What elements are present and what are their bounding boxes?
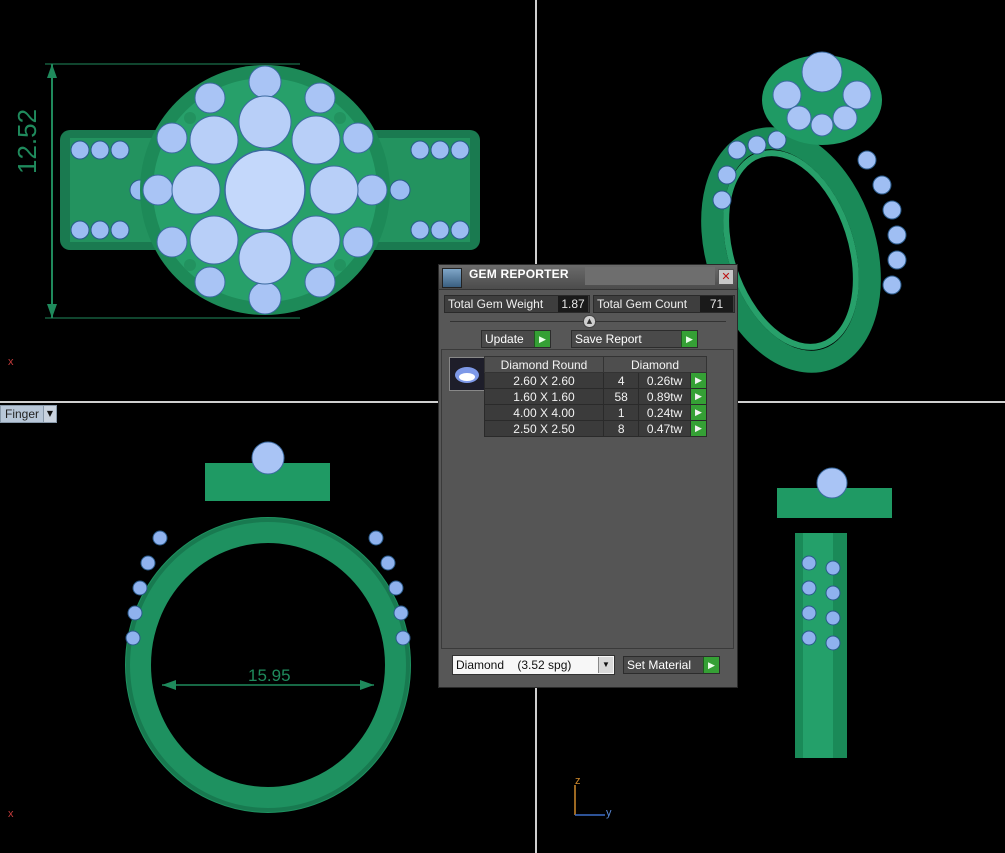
gem-reporter-icon <box>442 268 462 288</box>
gem-weight: 0.26tw <box>638 372 691 389</box>
play-icon: ▶ <box>703 657 719 673</box>
gem-count: 8 <box>602 420 640 437</box>
gem-table: Diamond Round Diamond 2.60 X 2.60 4 0.26… <box>484 356 708 437</box>
gem-reporter-title: GEM REPORTER <box>469 267 569 281</box>
total-gem-weight-value: 1.87 <box>558 296 588 312</box>
gem-size: 2.50 X 2.50 <box>484 420 604 437</box>
table-row[interactable]: 4.00 X 4.00 1 0.24tw ▶ <box>484 404 708 421</box>
material-select-value: Diamond (3.52 spg) <box>456 658 572 672</box>
col-header-type: Diamond <box>603 356 707 373</box>
total-gem-weight-label: Total Gem Weight <box>448 297 544 311</box>
title-tab <box>585 267 715 285</box>
set-material-button[interactable]: Set Material ▶ <box>623 656 720 674</box>
gem-weight: 0.47tw <box>638 420 691 437</box>
gem-weight: 0.89tw <box>638 388 691 405</box>
gem-size: 4.00 X 4.00 <box>484 404 604 421</box>
table-row[interactable]: 1.60 X 1.60 58 0.89tw ▶ <box>484 388 708 405</box>
gem-thumbnail-icon[interactable] <box>449 357 485 391</box>
axis-z-label: z <box>575 775 581 787</box>
gem-count: 58 <box>602 388 640 405</box>
play-icon[interactable]: ▶ <box>689 388 708 405</box>
height-dimension-label: 12.52 <box>12 109 42 174</box>
gem-reporter-titlebar[interactable]: GEM REPORTER ✕ <box>439 265 737 290</box>
axis-x-label-top: x <box>8 356 14 368</box>
material-select[interactable]: Diamond (3.52 spg) ▼ <box>452 655 615 675</box>
table-row[interactable]: 2.60 X 2.60 4 0.26tw ▶ <box>484 372 708 389</box>
play-icon: ▶ <box>534 331 550 347</box>
play-icon[interactable]: ▶ <box>689 372 708 389</box>
play-icon[interactable]: ▶ <box>689 420 708 437</box>
update-button[interactable]: Update ▶ <box>481 330 551 348</box>
total-gem-weight: Total Gem Weight 1.87 <box>444 295 590 313</box>
total-gem-count-label: Total Gem Count <box>597 297 688 311</box>
gem-weight: 0.24tw <box>638 404 691 421</box>
panel-slider-knob[interactable]: ▲ <box>583 315 596 328</box>
view-mode-select[interactable]: Finger <box>0 405 45 423</box>
update-button-label: Update <box>485 332 524 346</box>
axis-x-label-bottom: x <box>8 808 14 820</box>
chevron-down-icon[interactable]: ▼ <box>598 657 613 673</box>
chevron-down-icon[interactable]: ▼ <box>43 405 57 423</box>
play-icon[interactable]: ▶ <box>689 404 708 421</box>
col-header-shape: Diamond Round <box>484 356 604 373</box>
gem-count: 1 <box>602 404 640 421</box>
save-report-button[interactable]: Save Report ▶ <box>571 330 698 348</box>
axis-y-label: y <box>606 807 612 819</box>
table-row[interactable]: 2.50 X 2.50 8 0.47tw ▶ <box>484 420 708 437</box>
gem-size: 1.60 X 1.60 <box>484 388 604 405</box>
gem-count: 4 <box>602 372 640 389</box>
total-gem-count: Total Gem Count 71 <box>593 295 735 313</box>
width-dimension-label: 15.95 <box>248 666 291 685</box>
play-icon: ▶ <box>681 331 697 347</box>
close-icon[interactable]: ✕ <box>718 269 734 285</box>
total-gem-count-value: 71 <box>700 296 733 312</box>
gem-size: 2.60 X 2.60 <box>484 372 604 389</box>
save-report-button-label: Save Report <box>575 332 642 346</box>
set-material-button-label: Set Material <box>627 658 692 672</box>
